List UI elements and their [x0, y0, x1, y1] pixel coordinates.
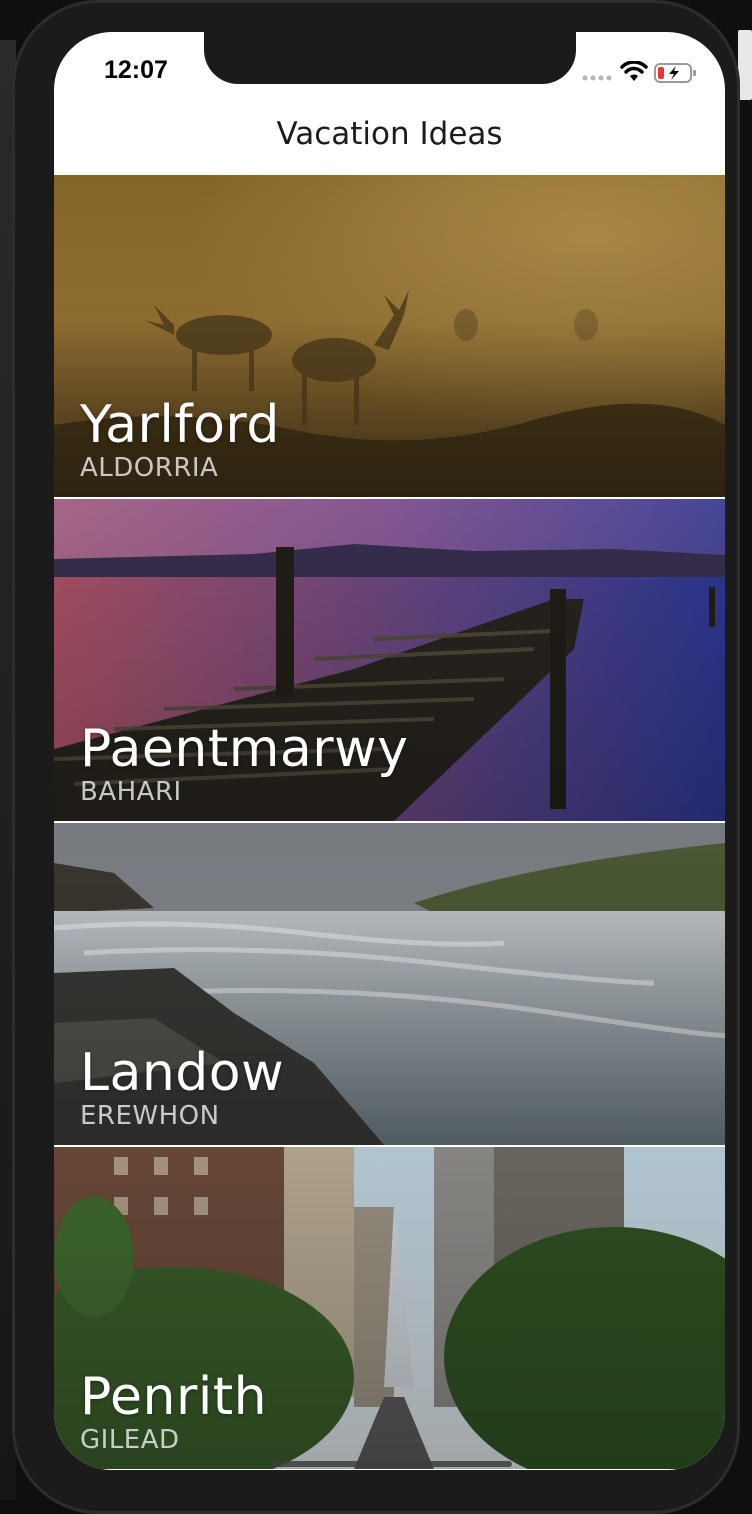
wifi-icon — [620, 61, 648, 81]
destination-card-landow[interactable]: Landow EREWHON — [54, 823, 725, 1145]
nav-title: Vacation Ideas — [276, 116, 503, 152]
home-indicator[interactable] — [272, 1461, 512, 1467]
phone-frame: 12:07 Vacation Ideas Yarlford ALDORRIA P… — [12, 0, 740, 1514]
signal-icon — [582, 75, 612, 81]
card-country-name: BAHARI — [80, 777, 182, 807]
destination-card-paentmarwy[interactable]: Paentmarwy BAHARI — [54, 499, 725, 821]
app-screen: 12:07 Vacation Ideas Yarlford ALDORRIA P… — [54, 32, 725, 1470]
card-city-name: Yarlford — [80, 395, 280, 455]
card-country-name: GILEAD — [80, 1425, 180, 1455]
card-city-name: Paentmarwy — [80, 719, 409, 779]
battery-icon — [654, 63, 696, 83]
destination-card-yarlford[interactable]: Yarlford ALDORRIA — [54, 175, 725, 497]
card-city-name: Penrith — [80, 1367, 268, 1427]
card-city-name: Landow — [80, 1043, 285, 1103]
status-time: 12:07 — [104, 56, 168, 84]
card-country-name: ALDORRIA — [80, 453, 219, 483]
background-window-fragment — [738, 30, 752, 100]
notch — [204, 32, 576, 84]
card-country-name: EREWHON — [80, 1101, 220, 1131]
destination-card-penrith[interactable]: Penrith GILEAD — [54, 1147, 725, 1469]
destination-list[interactable]: Yarlford ALDORRIA Paentmarwy BAHARI Land… — [54, 175, 725, 1470]
